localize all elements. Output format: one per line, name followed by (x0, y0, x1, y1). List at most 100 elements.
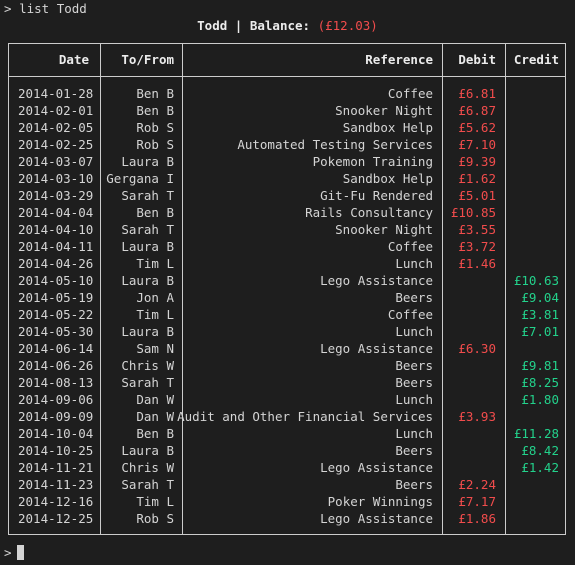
cell-date: 2014-06-26 (18, 358, 94, 373)
table-row: 2014-03-10 Gergana I Sandbox Help £1.62 (0, 170, 575, 187)
cell-to-from: Dan W (136, 409, 174, 424)
cell-to-from: Sarah T (121, 188, 174, 203)
cell-to-from: Laura B (121, 154, 174, 169)
cell-to-from: Ben B (136, 86, 174, 101)
title-separator: | (234, 18, 243, 33)
cell-reference: Beers (395, 375, 433, 390)
cell-reference: Snooker Night (335, 222, 433, 237)
cell-credit: £11.28 (513, 426, 559, 441)
cell-credit: £7.01 (521, 324, 559, 339)
header-debit: Debit (458, 52, 496, 67)
cell-reference: Sandbox Help (342, 120, 433, 135)
command-echo: > list Todd (4, 0, 87, 17)
cell-to-from: Laura B (121, 239, 174, 254)
cell-to-from: Sarah T (121, 222, 174, 237)
cell-date: 2014-05-19 (18, 290, 94, 305)
cell-debit: £3.72 (458, 239, 496, 254)
cell-reference: Lego Assistance (320, 341, 433, 356)
cell-reference: Beers (395, 290, 433, 305)
cell-reference: Audit and Other Financial Services (177, 409, 433, 424)
table-row: 2014-11-21 Chris W Lego Assistance £1.42 (0, 459, 575, 476)
prompt-symbol: > (4, 1, 12, 16)
table-row: 2014-06-14 Sam N Lego Assistance £6.30 (0, 340, 575, 357)
cell-debit: £1.86 (458, 511, 496, 526)
table-body: 2014-01-28 Ben B Coffee £6.81 2014-02-01 Ben … (0, 85, 575, 527)
cell-credit: £3.81 (521, 307, 559, 322)
cell-date: 2014-04-10 (18, 222, 94, 237)
cell-date: 2014-09-09 (18, 409, 94, 424)
table-row: 2014-12-25 Rob S Lego Assistance £1.86 (0, 510, 575, 527)
cell-reference: Automated Testing Services (237, 137, 433, 152)
cell-to-from: Tim L (136, 494, 174, 509)
cell-date: 2014-01-28 (18, 86, 94, 101)
cell-reference: Lunch (395, 426, 433, 441)
cell-to-from: Ben B (136, 426, 174, 441)
cell-reference: Lego Assistance (320, 273, 433, 288)
cell-to-from: Rob S (136, 137, 174, 152)
cell-reference: Coffee (387, 239, 433, 254)
command-text: list Todd (19, 1, 87, 16)
table-row: 2014-06-26 Chris W Beers £9.81 (0, 357, 575, 374)
cell-reference: Snooker Night (335, 103, 433, 118)
table-row: 2014-05-30 Laura B Lunch £7.01 (0, 323, 575, 340)
cell-reference: Pokemon Training (312, 154, 433, 169)
cell-reference: Coffee (387, 307, 433, 322)
table-row: 2014-02-01 Ben B Snooker Night £6.87 (0, 102, 575, 119)
cell-credit: £9.81 (521, 358, 559, 373)
cell-debit: £5.01 (458, 188, 496, 203)
cell-date: 2014-08-13 (18, 375, 94, 390)
text-cursor[interactable] (17, 545, 24, 560)
cell-to-from: Jon A (136, 290, 174, 305)
cell-date: 2014-04-04 (18, 205, 94, 220)
cell-date: 2014-03-10 (18, 171, 94, 186)
cell-credit: £8.25 (521, 375, 559, 390)
cell-date: 2014-12-25 (18, 511, 94, 526)
cell-date: 2014-02-01 (18, 103, 94, 118)
cell-credit: £1.42 (521, 460, 559, 475)
person-name: Todd (197, 18, 228, 33)
cell-debit: £3.93 (458, 409, 496, 424)
cell-date: 2014-10-04 (18, 426, 94, 441)
cell-to-from: Laura B (121, 273, 174, 288)
cell-to-from: Tim L (136, 307, 174, 322)
cell-debit: £6.81 (458, 86, 496, 101)
table-row: 2014-05-22 Tim L Coffee £3.81 (0, 306, 575, 323)
cell-reference: Git-Fu Rendered (320, 188, 433, 203)
cell-debit: £3.55 (458, 222, 496, 237)
table-row: 2014-09-06 Dan W Lunch £1.80 (0, 391, 575, 408)
cell-credit: £10.63 (513, 273, 559, 288)
cell-date: 2014-11-23 (18, 477, 94, 492)
cell-reference: Coffee (387, 86, 433, 101)
cell-credit: £8.42 (521, 443, 559, 458)
balance-label: Balance: (249, 18, 311, 33)
table-row: 2014-04-04 Ben B Rails Consultancy £10.85 (0, 204, 575, 221)
cell-reference: Lunch (395, 256, 433, 271)
table-row: 2014-05-19 Jon A Beers £9.04 (0, 289, 575, 306)
table-row: 2014-09-09 Dan W Audit and Other Financial… (0, 408, 575, 425)
cell-to-from: Laura B (121, 443, 174, 458)
cell-to-from: Sarah T (121, 477, 174, 492)
table-row: 2014-10-25 Laura B Beers £8.42 (0, 442, 575, 459)
table-row: 2014-11-23 Sarah T Beers £2.24 (0, 476, 575, 493)
cell-debit: £9.39 (458, 154, 496, 169)
cell-to-from: Ben B (136, 205, 174, 220)
cell-date: 2014-05-30 (18, 324, 94, 339)
cell-debit: £2.24 (458, 477, 496, 492)
cell-reference: Beers (395, 358, 433, 373)
cell-credit: £1.80 (521, 392, 559, 407)
table-row: 2014-05-10 Laura B Lego Assistance £10.63 (0, 272, 575, 289)
cell-to-from: Sarah T (121, 375, 174, 390)
cell-reference: Lego Assistance (320, 460, 433, 475)
cell-to-from: Dan W (136, 392, 174, 407)
cell-date: 2014-04-26 (18, 256, 94, 271)
cell-to-from: Rob S (136, 511, 174, 526)
header-reference: Reference (365, 52, 433, 67)
cell-debit: £6.30 (458, 341, 496, 356)
cell-reference: Beers (395, 443, 433, 458)
cell-reference: Sandbox Help (342, 171, 433, 186)
cell-date: 2014-11-21 (18, 460, 94, 475)
table-row: 2014-04-11 Laura B Coffee £3.72 (0, 238, 575, 255)
header-credit: Credit (513, 52, 559, 67)
cell-to-from: Chris W (121, 358, 174, 373)
table-row: 2014-12-16 Tim L Poker Winnings £7.17 (0, 493, 575, 510)
